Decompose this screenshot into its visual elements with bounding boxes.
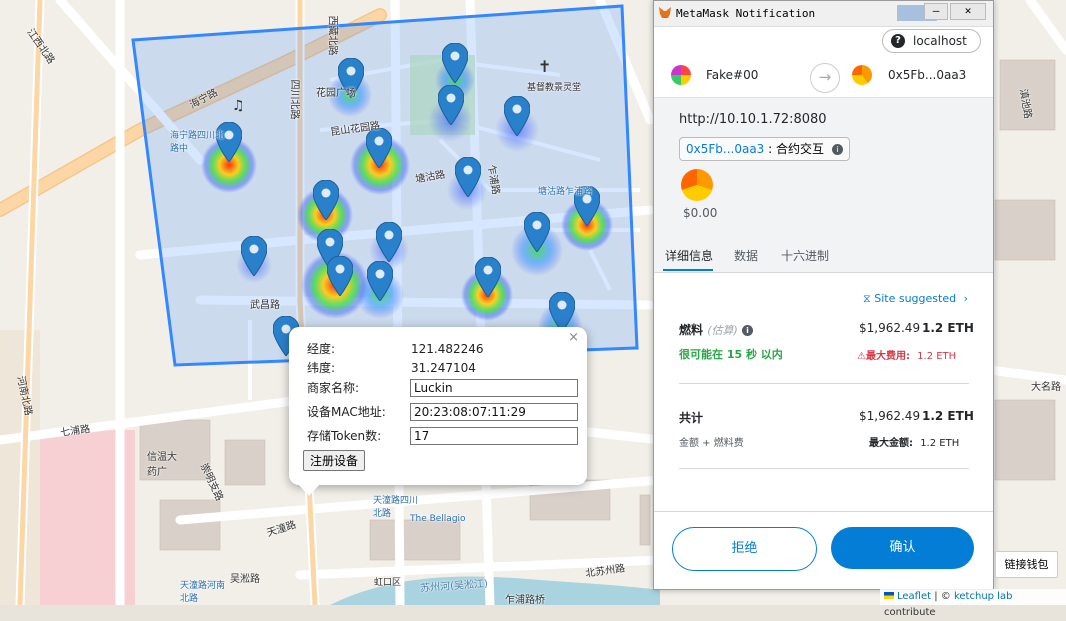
map-label: 四川北路: [288, 79, 300, 120]
gas-fiat: $1,962.49: [859, 321, 921, 335]
mac-address-input[interactable]: [410, 403, 578, 421]
map-attribution: Leaflet | © ketchup lab contribute: [880, 589, 1066, 618]
token-avatar: [681, 169, 713, 201]
arrow-right-icon: →: [810, 63, 840, 93]
map-label: 花园广场: [316, 88, 356, 99]
info-icon: i: [831, 144, 843, 155]
total-subtext: 金额 + 燃料费: [679, 438, 744, 449]
latitude-value: 31.247104: [411, 361, 476, 375]
contract-suffix: : 合约交互: [764, 142, 824, 156]
longitude-label: 经度:: [307, 342, 336, 356]
hourglass-icon: ⧖: [863, 292, 871, 305]
popup-close-button[interactable]: ×: [568, 330, 579, 345]
attribution-suffix: contribute: [884, 607, 936, 618]
contract-address: 0x5Fb...0aa3: [686, 142, 765, 156]
window-close-button[interactable]: ✕: [950, 3, 986, 20]
merchant-row: 商家名称:: [307, 378, 578, 398]
map-label: 大名路: [1031, 382, 1061, 393]
svg-text:✝: ✝: [538, 57, 551, 76]
map-label: 基督教景灵堂: [527, 83, 582, 93]
tab-details[interactable]: 详细信息: [665, 247, 713, 264]
warning-icon: ⚠: [857, 351, 866, 362]
tab-hex[interactable]: 十六进制: [781, 247, 829, 264]
to-account-avatar: [852, 65, 872, 85]
metamask-window: MetaMask Notification – ✕ ? localhost Fa…: [653, 0, 994, 590]
total-label: 共计: [679, 411, 704, 425]
transaction-amount: $0.00: [683, 206, 718, 220]
metamask-fox-icon: [659, 7, 671, 18]
max-fee-label: 最大费用:: [865, 351, 910, 362]
footer-divider: [654, 511, 993, 512]
token-row: 存储Token数:: [307, 426, 578, 446]
popup-tip: [298, 484, 320, 496]
site-origin-pill[interactable]: ? localhost: [882, 29, 981, 53]
map-label: The Bellagio: [410, 514, 466, 524]
to-account-address[interactable]: 0x5Fb...0aa3: [888, 68, 966, 82]
gas-info-icon[interactable]: i: [741, 325, 753, 336]
svg-text:♫: ♫: [232, 98, 245, 114]
site-suggested-label: Site suggested: [874, 292, 957, 305]
longitude-row: 经度: 121.482246: [307, 339, 484, 359]
from-account-avatar: [671, 65, 691, 85]
question-icon: ?: [891, 34, 905, 48]
map-label: 海宁路四川北路中: [170, 131, 225, 154]
minimize-button[interactable]: –: [924, 3, 948, 20]
from-account-name[interactable]: Fake#00: [706, 68, 758, 82]
tab-data[interactable]: 数据: [734, 247, 758, 264]
mac-label: 设备MAC地址:: [307, 405, 386, 419]
ukraine-flag-icon: [884, 592, 894, 599]
map-label: 天潼路河南北路: [180, 581, 226, 604]
max-amount: 最大金额: 1.2 ETH: [869, 434, 959, 449]
contract-interaction-chip[interactable]: 0x5Fb...0aa3 : 合约交互 i: [679, 137, 850, 161]
map-label: 信温大药广: [147, 452, 177, 478]
gas-eth: 1.2 ETH: [922, 321, 974, 335]
map-label: 塘沽路乍浦路: [538, 187, 593, 197]
max-amount-value: 1.2 ETH: [920, 438, 960, 449]
active-tab-indicator: [663, 269, 713, 271]
confirm-button[interactable]: 确认: [831, 527, 974, 569]
connect-wallet-button[interactable]: 链接钱包: [995, 551, 1058, 578]
mac-row: 设备MAC地址:: [307, 402, 578, 422]
total-fiat: $1,962.49: [859, 409, 921, 423]
max-fee: ⚠最大费用: 1.2 ETH: [857, 347, 956, 362]
total-eth: 1.2 ETH: [922, 409, 974, 423]
map-label: 虹口区: [374, 578, 402, 588]
gas-label: 燃料 (估算) i: [679, 321, 753, 338]
gas-estimate-tag: (估算): [707, 324, 738, 337]
window-title: MetaMask Notification: [676, 7, 816, 20]
longitude-value: 121.482246: [411, 342, 484, 356]
window-titlebar[interactable]: MetaMask Notification – ✕: [654, 1, 993, 27]
device-popup: × 经度: 121.482246 纬度: 31.247104 商家名称: 设备M…: [289, 327, 587, 485]
attribution-separator: | ©: [931, 591, 954, 602]
request-origin: http://10.10.1.72:8080: [679, 112, 827, 127]
token-label: 存储Token数:: [307, 429, 382, 443]
merchant-name-input[interactable]: [410, 379, 578, 397]
section-divider: [679, 468, 969, 469]
gas-label-text: 燃料: [679, 323, 704, 337]
map-label: 西藏北路: [326, 15, 338, 56]
map-label: 吴淞路: [230, 574, 260, 585]
map-label: 乍浦路桥: [505, 595, 545, 605]
site-origin: localhost: [913, 34, 967, 48]
site-suggested-link[interactable]: ⧖ Site suggested ›: [863, 292, 968, 306]
max-amount-label: 最大金额:: [869, 438, 913, 449]
account-row: Fake#00 → 0x5Fb...0aa3: [654, 55, 993, 98]
chevron-right-icon: ›: [963, 292, 968, 305]
leaflet-link[interactable]: Leaflet: [897, 591, 931, 602]
detail-tabs: 详细信息 数据 十六进制: [654, 238, 993, 273]
section-divider: [679, 383, 969, 384]
latitude-row: 纬度: 31.247104: [307, 358, 476, 378]
ketchup-link[interactable]: ketchup lab: [954, 591, 1012, 602]
latitude-label: 纬度:: [307, 361, 336, 375]
max-fee-value: 1.2 ETH: [917, 351, 957, 362]
merchant-label: 商家名称:: [307, 381, 360, 395]
register-device-button[interactable]: 注册设备: [303, 450, 366, 471]
reject-button[interactable]: 拒绝: [672, 527, 817, 571]
map-label: 武昌路: [250, 300, 280, 311]
token-count-input[interactable]: [410, 427, 578, 445]
gas-time-estimate: 很可能在 15 秒 以内: [679, 348, 783, 361]
